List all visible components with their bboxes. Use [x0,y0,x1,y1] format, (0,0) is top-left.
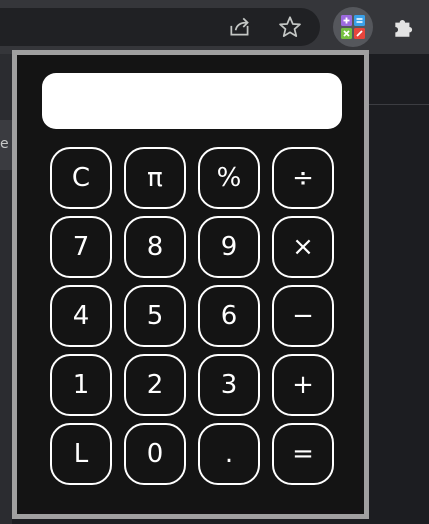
star-icon [279,16,301,37]
calculator-popup: C π % ÷ 7 8 9 × 4 5 6 − 1 2 3 + L 0 . = [12,50,369,519]
background-panel [368,54,429,524]
digit-3-button[interactable]: 3 [198,354,260,416]
l-button[interactable]: L [50,423,112,485]
digit-4-button[interactable]: 4 [50,285,112,347]
multiply-button[interactable]: × [272,216,334,278]
digit-9-button[interactable]: 9 [198,216,260,278]
calculator-extension-button[interactable] [333,7,373,47]
equals-button[interactable]: = [272,423,334,485]
pi-button[interactable]: π [124,147,186,209]
digit-6-button[interactable]: 6 [198,285,260,347]
decimal-point-button[interactable]: . [198,423,260,485]
digit-7-button[interactable]: 7 [50,216,112,278]
digit-5-button[interactable]: 5 [124,285,186,347]
share-icon [230,17,249,36]
bookmark-star-button[interactable] [273,10,307,44]
background-divider [368,104,429,105]
digit-2-button[interactable]: 2 [124,354,186,416]
digit-8-button[interactable]: 8 [124,216,186,278]
calculator-display [42,73,342,129]
puzzle-icon [395,19,413,37]
percent-button[interactable]: % [198,147,260,209]
extensions-menu-button[interactable] [387,10,421,44]
add-button[interactable]: + [272,354,334,416]
digit-0-button[interactable]: 0 [124,423,186,485]
digit-1-button[interactable]: 1 [50,354,112,416]
clear-button[interactable]: C [50,147,112,209]
background-sidebar-text: e [0,136,9,152]
calculator-extension-icon [341,15,365,39]
divide-button[interactable]: ÷ [272,147,334,209]
browser-toolbar [0,0,429,54]
share-button[interactable] [223,10,257,44]
subtract-button[interactable]: − [272,285,334,347]
address-bar[interactable] [0,8,320,46]
